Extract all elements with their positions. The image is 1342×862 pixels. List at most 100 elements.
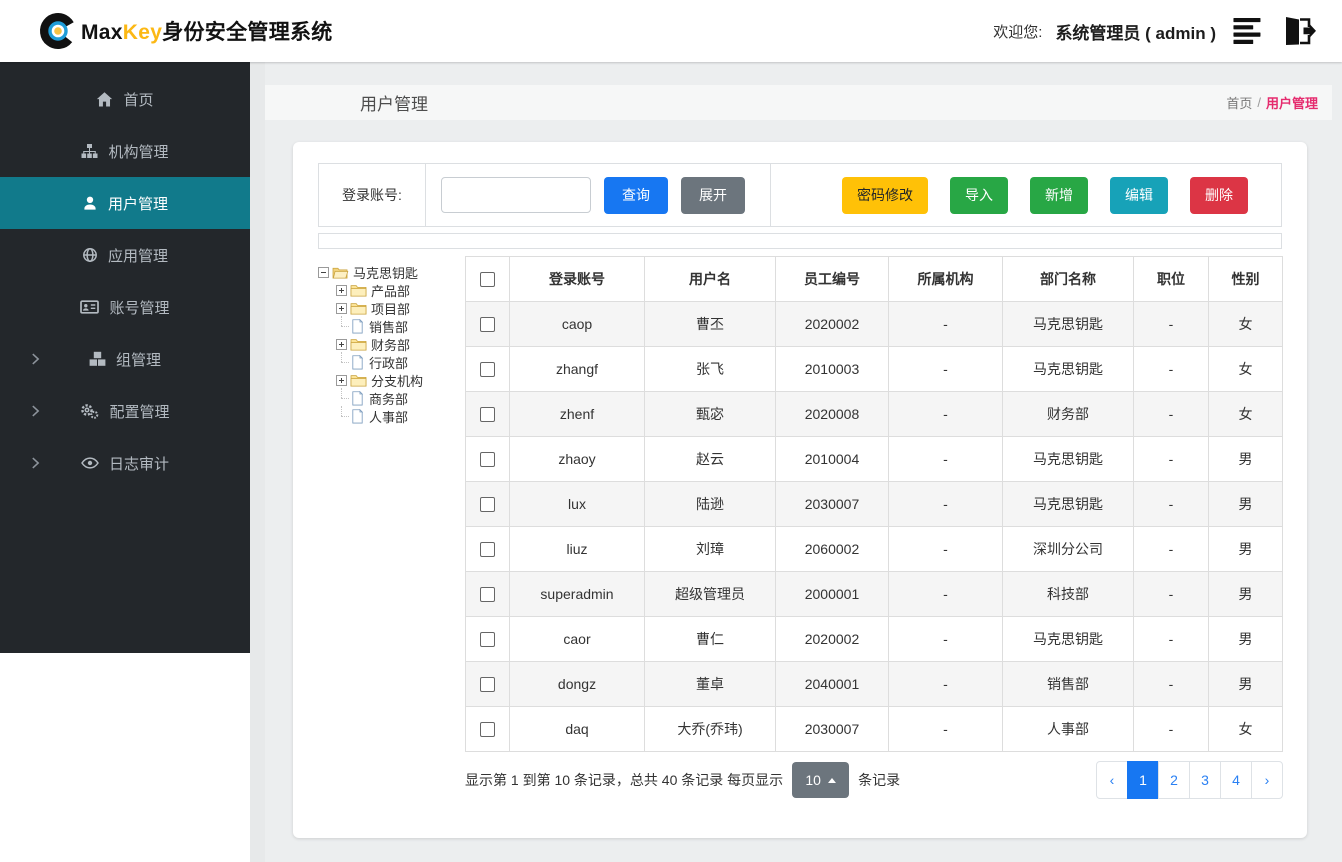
table-row[interactable]: superadmin 超级管理员 2000001- 科技部 - 男: [465, 571, 1283, 617]
id-card-icon: [80, 299, 100, 315]
row-checkbox[interactable]: [480, 317, 495, 333]
breadcrumb-current: 用户管理: [1265, 96, 1318, 111]
table-cell: liuz: [509, 526, 645, 572]
collapse-toggle-icon[interactable]: [318, 266, 329, 278]
expand-toggle-icon[interactable]: [336, 374, 347, 386]
tree-node[interactable]: 行政部: [318, 351, 465, 371]
breadcrumb-home-link[interactable]: 首页: [1226, 93, 1252, 112]
table-cell: superadmin: [509, 571, 645, 617]
table-cell: 2010003: [775, 346, 889, 392]
table-row[interactable]: daq 大乔(乔玮) 2030007- 人事部 - 女: [465, 706, 1283, 752]
table-cell: -: [888, 526, 1003, 572]
sidebar-item-audit[interactable]: 日志审计: [0, 437, 250, 489]
table-cell: 女: [1208, 391, 1283, 437]
table-row[interactable]: lux 陆逊 2030007- 马克思钥匙 - 男: [465, 481, 1283, 527]
tree-root-node[interactable]: 马克思钥匙: [318, 263, 465, 281]
table-cell: 超级管理员: [644, 571, 776, 617]
sidebar-item-config[interactable]: 配置管理: [0, 385, 250, 437]
sidebar-item-label: 组管理: [115, 351, 161, 369]
page-button-1[interactable]: 1: [1127, 761, 1159, 799]
login-account-input[interactable]: [441, 177, 591, 213]
table-row[interactable]: caop 曹丕 2020002- 马克思钥匙 - 女: [465, 301, 1283, 347]
password-reset-button[interactable]: 密码修改: [842, 176, 928, 214]
table-cell: 董卓: [644, 661, 776, 707]
edit-button[interactable]: 编辑: [1110, 176, 1168, 214]
row-checkbox[interactable]: [480, 542, 495, 558]
column-header: 职位: [1133, 256, 1209, 302]
sidebar-item-group[interactable]: 组管理: [0, 333, 250, 385]
page-button-2[interactable]: 2: [1158, 761, 1190, 799]
table-cell: 曹仁: [644, 616, 776, 662]
tree-node-label: 分支机构: [371, 373, 424, 389]
page-button-4[interactable]: 4: [1220, 761, 1252, 799]
sidebar-item-user[interactable]: 用户管理: [0, 177, 250, 229]
next-page-button[interactable]: ›: [1251, 761, 1283, 799]
page-title: 用户管理: [360, 95, 428, 114]
table-row[interactable]: caor 曹仁 2020002- 马克思钥匙 - 男: [465, 616, 1283, 662]
table-cell: 张飞: [644, 346, 776, 392]
import-button[interactable]: 导入: [950, 176, 1008, 214]
tree-node[interactable]: 项目部: [318, 299, 465, 317]
table-cell: 2030007: [775, 481, 889, 527]
table-row[interactable]: zhenf 甄宓 2020008- 财务部 - 女: [465, 391, 1283, 437]
page-button-3[interactable]: 3: [1189, 761, 1221, 799]
row-checkbox[interactable]: [480, 587, 495, 603]
table-cell: zhenf: [509, 391, 645, 437]
tree-node[interactable]: 财务部: [318, 335, 465, 353]
table-row[interactable]: zhaoy 赵云 2010004- 马克思钥匙 - 男: [465, 436, 1283, 482]
table-cell: -: [1133, 706, 1209, 752]
table-row[interactable]: dongz 董卓 2040001- 销售部 - 男: [465, 661, 1283, 707]
expand-toggle-icon[interactable]: [336, 302, 347, 314]
table-cell: -: [888, 391, 1003, 437]
tree-node[interactable]: 人事部: [318, 405, 465, 425]
file-icon: [350, 390, 365, 406]
row-checkbox[interactable]: [480, 407, 495, 423]
collapsed-filter-strip: [318, 233, 1282, 249]
cogs-icon: [80, 403, 99, 419]
table-cell: 马克思钥匙: [1002, 481, 1134, 527]
table-cell: 销售部: [1002, 661, 1134, 707]
table-row[interactable]: liuz 刘璋 2060002- 深圳分公司 - 男: [465, 526, 1283, 572]
user-table-body: caop 曹丕 2020002- 马克思钥匙 - 女 zhangf 张飞 2010003- 马克思…: [465, 301, 1283, 752]
table-row[interactable]: zhangf 张飞 2010003- 马克思钥匙 - 女: [465, 346, 1283, 392]
tree-node[interactable]: 产品部: [318, 281, 465, 299]
table-cell: 2020002: [775, 616, 889, 662]
brand-key: Key: [122, 21, 163, 44]
row-checkbox[interactable]: [480, 722, 495, 738]
table-cell: -: [1133, 616, 1209, 662]
menu-bars-icon[interactable]: [1233, 17, 1263, 45]
expand-toggle-icon[interactable]: [336, 284, 347, 296]
expand-toggle-icon[interactable]: [336, 338, 347, 350]
table-cell: -: [888, 661, 1003, 707]
table-cell: 马克思钥匙: [1002, 616, 1134, 662]
tree-node[interactable]: 分支机构: [318, 371, 465, 389]
table-cell: 2020008: [775, 391, 889, 437]
sidebar-item-org[interactable]: 机构管理: [0, 125, 250, 177]
row-checkbox[interactable]: [480, 677, 495, 693]
row-checkbox[interactable]: [480, 632, 495, 648]
logout-icon[interactable]: [1280, 15, 1316, 47]
cubes-icon: [89, 351, 106, 367]
row-select-cell: [465, 616, 510, 662]
row-checkbox[interactable]: [480, 362, 495, 378]
delete-button[interactable]: 删除: [1190, 176, 1248, 214]
expand-button[interactable]: 展开: [681, 176, 745, 214]
row-checkbox[interactable]: [480, 497, 495, 513]
table-cell: 马克思钥匙: [1002, 346, 1134, 392]
tree-node[interactable]: 商务部: [318, 387, 465, 407]
pagination: ‹ 1 2 3 4 ›: [1096, 761, 1283, 799]
sidebar-item-home[interactable]: 首页: [0, 73, 250, 125]
sidebar-item-account[interactable]: 账号管理: [0, 281, 250, 333]
query-button[interactable]: 查询: [604, 176, 668, 214]
row-checkbox[interactable]: [480, 452, 495, 468]
table-cell: 2010004: [775, 436, 889, 482]
tree-node[interactable]: 销售部: [318, 315, 465, 335]
page-size-dropdown[interactable]: 10: [792, 762, 850, 798]
header-row: 登录账号 用户名 员工编号 所属机构 部门名称 职位 性别: [465, 256, 1283, 302]
sidebar-item-app[interactable]: 应用管理: [0, 229, 250, 281]
table-cell: -: [1133, 346, 1209, 392]
sidebar-item-label: 机构管理: [108, 143, 169, 161]
previous-page-button[interactable]: ‹: [1096, 761, 1128, 799]
select-all-checkbox[interactable]: [480, 272, 495, 288]
add-button[interactable]: 新增: [1030, 176, 1088, 214]
